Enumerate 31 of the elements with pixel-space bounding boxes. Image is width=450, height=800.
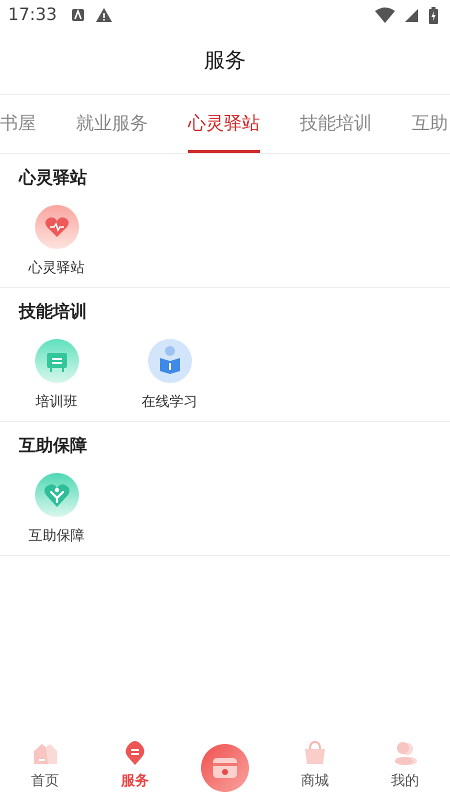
user-icon[interactable]	[392, 740, 418, 766]
nav-label: 商城	[301, 772, 329, 790]
service-label: 心灵驿站	[28, 259, 84, 277]
section-title: 技能培训	[18, 301, 88, 323]
page-title: 服务	[0, 30, 450, 95]
category-tab[interactable]: 技能培训	[300, 95, 372, 153]
status-time: 17:33	[8, 5, 57, 25]
section-title: 心灵驿站	[18, 167, 88, 189]
keyboard-icon	[71, 8, 85, 22]
warning-icon	[95, 7, 113, 23]
category-tab[interactable]: 互助	[412, 95, 448, 153]
card-icon	[212, 757, 238, 779]
section-title: 互助保障	[18, 435, 88, 457]
heart-pulse-icon[interactable]	[34, 205, 78, 249]
signal-icon	[405, 7, 419, 23]
category-tab[interactable]: 就业服务	[76, 95, 148, 153]
heart-person-icon[interactable]	[34, 473, 78, 517]
category-tab[interactable]: 心灵驿站	[188, 95, 260, 153]
nav-label: 我的	[391, 772, 419, 790]
card-center-button[interactable]	[201, 744, 249, 792]
nav-label: 首页	[31, 772, 59, 790]
category-tab[interactable]: 书屋	[0, 95, 36, 153]
service-label: 在线学习	[142, 393, 198, 411]
nav-label: 服务	[121, 772, 149, 790]
battery-icon	[429, 6, 438, 24]
bag-icon[interactable]	[302, 740, 328, 766]
reader-icon[interactable]	[148, 339, 192, 383]
service-label: 互助保障	[28, 527, 84, 545]
wifi-icon	[375, 7, 395, 23]
board-icon[interactable]	[34, 339, 78, 383]
service-label: 培训班	[36, 393, 78, 411]
